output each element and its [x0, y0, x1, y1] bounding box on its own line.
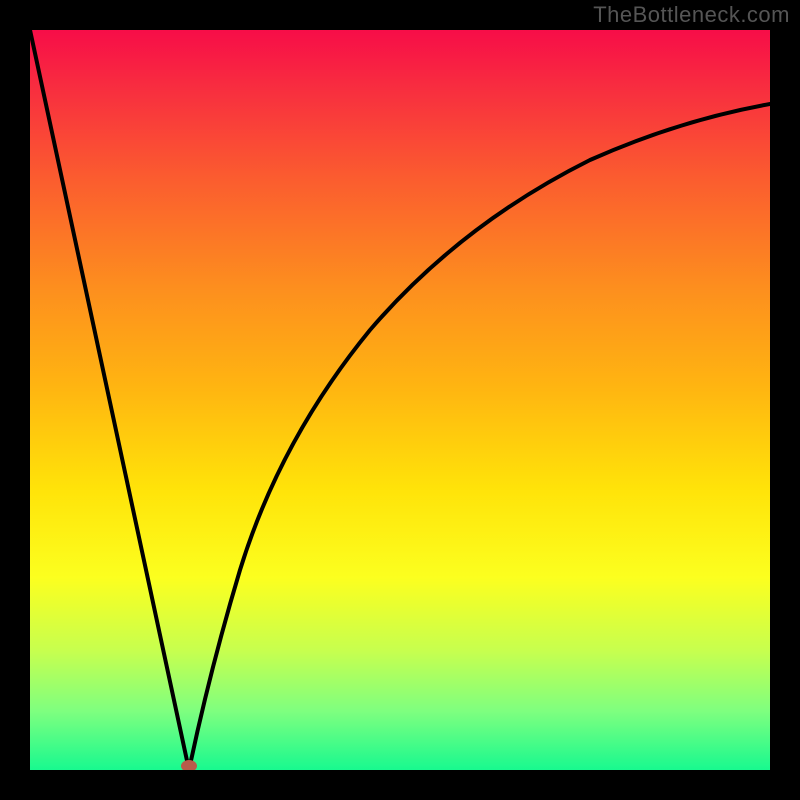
valley-marker-dot: [181, 760, 197, 770]
watermark-text: TheBottleneck.com: [593, 2, 790, 28]
chart-frame: TheBottleneck.com: [0, 0, 800, 800]
bottleneck-curve: [30, 30, 770, 770]
curve-left-segment: [30, 30, 189, 770]
plot-area: [30, 30, 770, 770]
curve-right-segment: [189, 104, 770, 770]
